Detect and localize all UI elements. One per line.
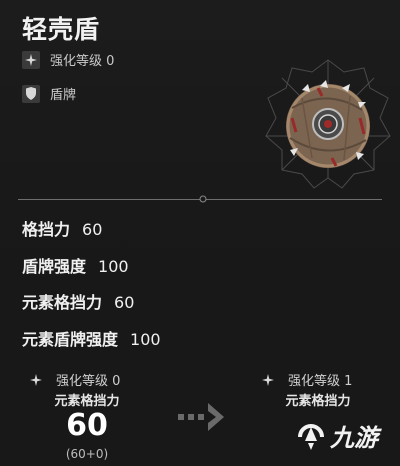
- next-stat-label: 元素格挡力: [285, 394, 351, 409]
- current-stat-formula: (60+0): [65, 447, 109, 461]
- enhance-level-text: 强化等级 0: [50, 54, 115, 69]
- next-level: 强化等级 1: [262, 370, 352, 389]
- stat-value: 100: [98, 257, 129, 276]
- sparkle-icon: [22, 50, 40, 69]
- current-stat-label: 元素格挡力: [54, 394, 120, 409]
- stat-value: 60: [82, 220, 103, 239]
- sparkle-icon: [30, 373, 42, 386]
- shield-image: [265, 59, 391, 189]
- sparkle-icon: [262, 373, 274, 386]
- current-level: 强化等级 0: [30, 370, 120, 389]
- logo-icon: [298, 423, 324, 450]
- stat-row: 盾牌强度 100: [22, 253, 129, 277]
- enhance-level-row: 强化等级 0: [22, 50, 114, 69]
- stat-row: 格挡力 60: [22, 216, 102, 240]
- current-level-label: 强化等级 0: [56, 374, 121, 389]
- category-row: 盾牌: [22, 84, 76, 103]
- stat-label: 格挡力: [22, 220, 71, 239]
- item-detail-panel: 轻壳盾 强化等级 0 盾牌 格挡力 60 盾牌强度 100 元素格挡力 60 元…: [0, 0, 400, 466]
- stat-value: 60: [114, 293, 135, 312]
- category-text: 盾牌: [50, 88, 77, 103]
- divider-mark: [199, 195, 207, 203]
- shield-icon: [22, 84, 40, 103]
- arrow-right-icon: [178, 403, 224, 431]
- stat-label: 元素格挡力: [22, 293, 103, 312]
- stat-label: 元素盾牌强度: [22, 330, 119, 349]
- next-level-label: 强化等级 1: [288, 374, 353, 389]
- stat-value: 100: [130, 330, 161, 349]
- item-name: 轻壳盾: [22, 15, 101, 44]
- watermark-text: 九游: [330, 424, 378, 452]
- stat-row: 元素盾牌强度 100: [22, 326, 161, 350]
- current-stat-value: 60: [66, 408, 108, 443]
- stat-row: 元素格挡力 60: [22, 289, 134, 313]
- watermark: 九游: [296, 418, 378, 453]
- stat-label: 盾牌强度: [22, 257, 87, 276]
